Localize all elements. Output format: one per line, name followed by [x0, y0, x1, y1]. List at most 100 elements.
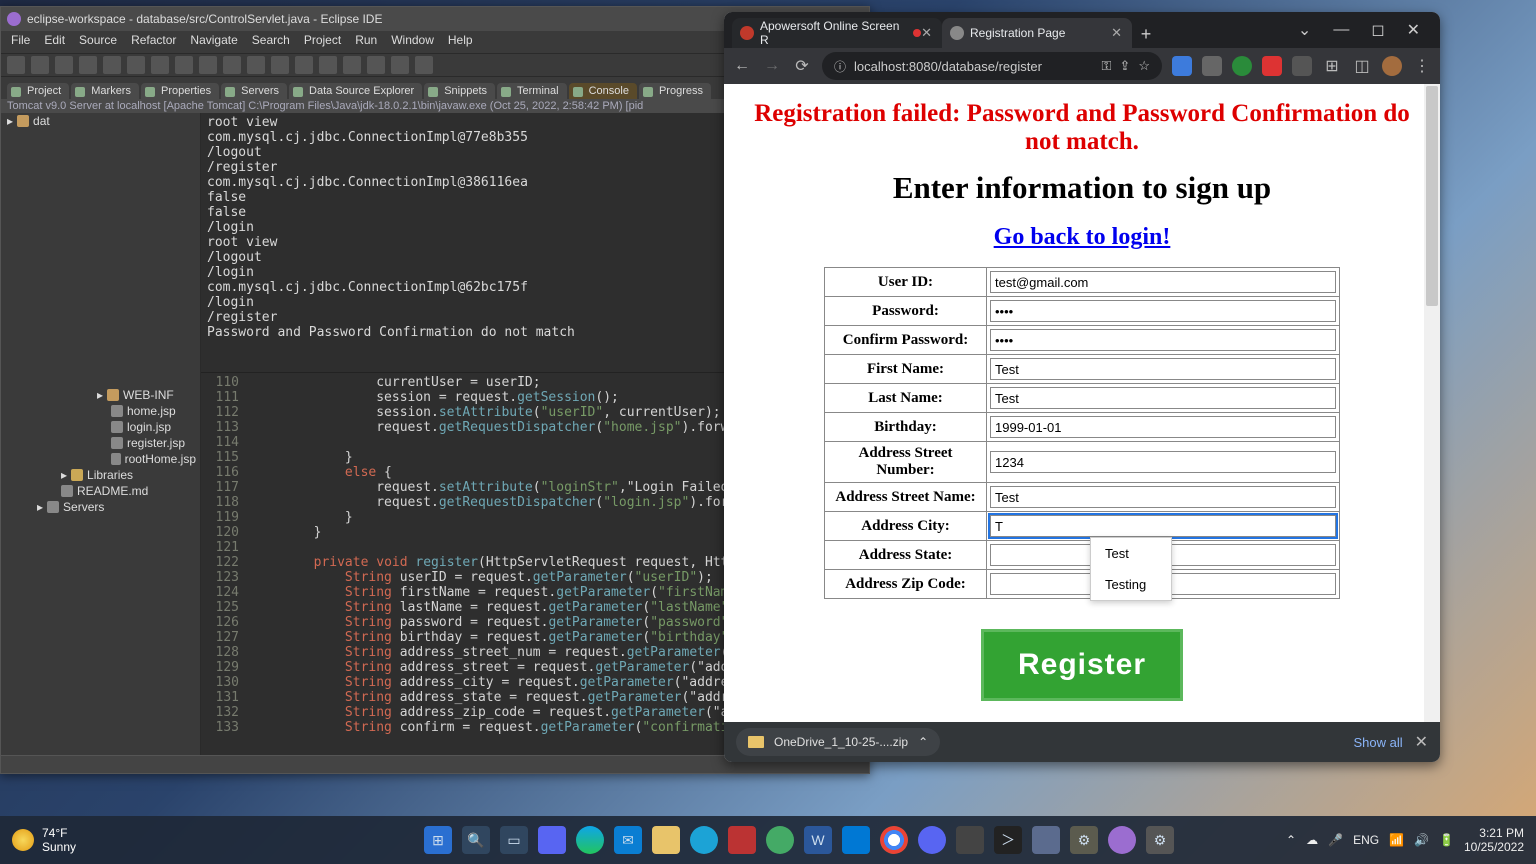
taskbar-app-discord[interactable] [918, 826, 946, 854]
toolbar-button[interactable] [175, 56, 193, 74]
menu-file[interactable]: File [11, 33, 30, 51]
field-input-5[interactable] [990, 416, 1336, 438]
viewtab-terminal[interactable]: Terminal [497, 83, 567, 99]
explorer-item[interactable]: ▸ Servers [1, 499, 200, 515]
share-icon[interactable]: ⇪ [1119, 58, 1130, 74]
viewtab-properties[interactable]: Properties [141, 83, 219, 99]
tab-apowersoft[interactable]: Apowersoft Online Screen R ✕ [732, 18, 942, 48]
toolbar-button[interactable] [223, 56, 241, 74]
field-input-0[interactable] [990, 271, 1336, 293]
menu-help[interactable]: Help [448, 33, 473, 51]
explorer-item[interactable]: home.jsp [1, 403, 200, 419]
menu-search[interactable]: Search [252, 33, 290, 51]
tray-onedrive-icon[interactable]: ☁ [1306, 833, 1318, 847]
viewtab-markers[interactable]: Markers [71, 83, 139, 99]
register-button[interactable]: Register [981, 629, 1183, 701]
viewtab-servers[interactable]: Servers [221, 83, 287, 99]
field-input-7[interactable] [990, 486, 1336, 508]
close-tab-icon[interactable]: ✕ [1111, 25, 1122, 41]
chevron-up-icon[interactable]: ⌃ [918, 735, 928, 749]
show-all-downloads[interactable]: Show all [1353, 735, 1402, 750]
site-info-icon[interactable]: ⓘ [834, 58, 846, 75]
toolbar-button[interactable] [415, 56, 433, 74]
close-downloads-icon[interactable]: ✕ [1415, 732, 1428, 752]
weather-widget[interactable]: 74°F Sunny [12, 826, 312, 854]
extensions-puzzle-icon[interactable]: ⊞ [1322, 56, 1342, 76]
search-icon[interactable]: 🔍 [462, 826, 490, 854]
taskbar-app-chrome[interactable] [880, 826, 908, 854]
sidepanel-icon[interactable]: ◫ [1352, 56, 1372, 76]
toolbar-button[interactable] [343, 56, 361, 74]
maximize-icon[interactable]: ◻ [1371, 20, 1384, 40]
menu-project[interactable]: Project [304, 33, 341, 51]
minimize-icon[interactable]: — [1333, 21, 1349, 39]
extension-icon[interactable] [1292, 56, 1312, 76]
menu-run[interactable]: Run [355, 33, 377, 51]
taskbar-app-vscode[interactable] [842, 826, 870, 854]
tray-volume-icon[interactable]: 🔊 [1414, 833, 1429, 847]
toolbar-button[interactable] [103, 56, 121, 74]
address-bar[interactable]: ⓘ localhost:8080/database/register ⚿ ⇪ ☆ [822, 52, 1162, 80]
field-input-8[interactable] [990, 515, 1336, 537]
bookmark-star-icon[interactable]: ☆ [1138, 58, 1150, 74]
explorer-item[interactable]: ▸ WEB-INF [1, 387, 200, 403]
tray-language-icon[interactable]: ENG [1353, 833, 1379, 847]
taskbar-app-word[interactable]: W [804, 826, 832, 854]
viewtab-snippets[interactable]: Snippets [424, 83, 495, 99]
field-input-2[interactable] [990, 329, 1336, 351]
task-view-icon[interactable]: ▭ [500, 826, 528, 854]
explorer-item[interactable]: README.md [1, 483, 200, 499]
tray-chevron-icon[interactable]: ⌃ [1286, 833, 1296, 847]
extension-icon[interactable] [1172, 56, 1192, 76]
autocomplete-option[interactable]: Testing [1091, 569, 1171, 600]
toolbar-button[interactable] [151, 56, 169, 74]
forward-icon[interactable]: → [762, 57, 782, 75]
taskbar-clock[interactable]: 3:21 PM 10/25/2022 [1464, 826, 1524, 855]
taskbar-app[interactable] [956, 826, 984, 854]
explorer-item[interactable]: register.jsp [1, 435, 200, 451]
toolbar-button[interactable] [391, 56, 409, 74]
toolbar-button[interactable] [79, 56, 97, 74]
chevron-down-icon[interactable]: ⌄ [1298, 20, 1311, 40]
viewtab-console[interactable]: Console [569, 83, 637, 99]
toolbar-button[interactable] [199, 56, 217, 74]
menu-window[interactable]: Window [391, 33, 434, 51]
menu-refactor[interactable]: Refactor [131, 33, 176, 51]
back-icon[interactable]: ← [732, 57, 752, 75]
back-to-login-link[interactable]: Go back to login! [744, 224, 1420, 251]
viewtab-datasource[interactable]: Data Source Explorer [289, 83, 422, 99]
extension-icon[interactable] [1202, 56, 1222, 76]
taskbar-app[interactable] [1032, 826, 1060, 854]
autocomplete-option[interactable]: Test [1091, 538, 1171, 569]
scrollbar[interactable] [1424, 84, 1440, 722]
taskbar-app[interactable] [766, 826, 794, 854]
start-button[interactable]: ⊞ [424, 826, 452, 854]
menu-navigate[interactable]: Navigate [190, 33, 237, 51]
reload-icon[interactable]: ⟳ [792, 56, 812, 76]
viewtab-project[interactable]: Project [7, 83, 69, 99]
taskbar-app[interactable]: ⚙ [1146, 826, 1174, 854]
close-tab-icon[interactable]: ✕ [921, 25, 932, 41]
explorer-root[interactable]: ▸ dat [1, 113, 200, 129]
field-input-4[interactable] [990, 387, 1336, 409]
toolbar-button[interactable] [31, 56, 49, 74]
toolbar-button[interactable] [55, 56, 73, 74]
taskbar-app-terminal[interactable]: ＞ [994, 826, 1022, 854]
taskbar-app-edge[interactable] [576, 826, 604, 854]
toolbar-button[interactable] [367, 56, 385, 74]
password-key-icon[interactable]: ⚿ [1102, 58, 1112, 74]
toolbar-button[interactable] [271, 56, 289, 74]
tray-wifi-icon[interactable]: 📶 [1389, 833, 1404, 847]
toolbar-button[interactable] [319, 56, 337, 74]
close-window-icon[interactable]: ✕ [1407, 20, 1420, 40]
explorer-item[interactable]: rootHome.jsp [1, 451, 200, 467]
project-explorer[interactable]: ▸ dat ▸ WEB-INF home.jsp login.jsp regis… [1, 113, 201, 755]
page-viewport[interactable]: Registration failed: Password and Passwo… [724, 84, 1440, 722]
explorer-item[interactable]: login.jsp [1, 419, 200, 435]
toolbar-button[interactable] [247, 56, 265, 74]
extension-icon[interactable] [1262, 56, 1282, 76]
field-input-6[interactable] [990, 451, 1336, 473]
field-input-1[interactable] [990, 300, 1336, 322]
taskbar-app-eclipse[interactable] [1108, 826, 1136, 854]
tray-battery-icon[interactable]: 🔋 [1439, 833, 1454, 847]
